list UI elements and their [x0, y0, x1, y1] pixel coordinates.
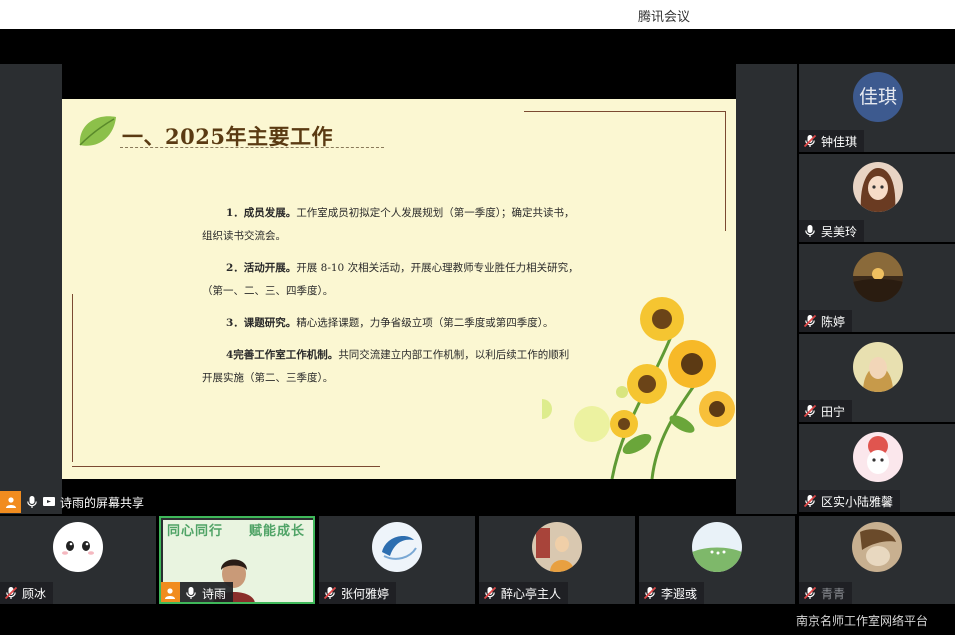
mic-icon	[25, 495, 39, 509]
mic-icon	[803, 224, 817, 238]
avatar: 佳琪	[853, 72, 903, 122]
participant-tile[interactable]: 陈婷	[799, 244, 955, 332]
mic-muted-icon	[803, 494, 817, 508]
participant-nametag: 张何雅婷	[319, 582, 397, 604]
mic-muted-icon	[803, 586, 817, 600]
participant-tile[interactable]: 醉心亭主人	[479, 516, 635, 604]
title-bar: 腾讯会议	[0, 0, 955, 29]
participant-nametag: 醉心亭主人	[479, 582, 569, 604]
mic-muted-icon	[483, 586, 497, 600]
participant-nametag: 吴美玲	[799, 220, 865, 242]
mic-icon	[184, 586, 198, 600]
work-item: 1．成员发展。工作室成员初拟定个人发展规划（第一季度）；确定共读书， 组织读书交…	[202, 207, 575, 242]
share-label: 诗雨的屏幕共享	[60, 495, 145, 510]
mic-muted-icon	[803, 134, 817, 148]
participant-tile[interactable]: 顾冰	[0, 516, 156, 604]
screen-share-bar[interactable]: 诗雨的屏幕共享	[0, 491, 144, 513]
avatar	[853, 432, 903, 482]
avatar	[853, 252, 903, 302]
sunflower-decoration	[542, 297, 735, 479]
mic-muted-icon	[803, 314, 817, 328]
frame-line	[72, 294, 73, 462]
participant-tile[interactable]: 李遐彧	[639, 516, 795, 604]
host-user-icon	[0, 491, 21, 513]
participant-tile[interactable]: 田宁	[799, 334, 955, 422]
frame-line	[725, 111, 726, 231]
participant-tile-active[interactable]: 同心同行 赋能成长 诗雨	[159, 516, 315, 604]
participant-tile[interactable]: 吴美玲	[799, 154, 955, 242]
window-title: 腾讯会议	[638, 10, 691, 25]
participant-nametag: 陈婷	[799, 310, 853, 332]
participant-tile[interactable]: 张何雅婷	[319, 516, 475, 604]
host-user-icon	[161, 582, 180, 602]
avatar	[53, 522, 103, 572]
avatar	[853, 162, 903, 212]
mic-muted-icon	[4, 586, 18, 600]
avatar	[372, 522, 422, 572]
shared-slide: 一、2025年主要工作 1．成员发展。工作室成员初拟定个人发展规划（第一季度）；…	[62, 99, 736, 479]
mic-muted-icon	[323, 586, 337, 600]
avatar	[692, 522, 742, 572]
participant-nametag: 青青	[799, 582, 853, 604]
avatar	[852, 522, 902, 572]
participant-nametag: 顾冰	[0, 582, 54, 604]
participant-tile[interactable]: 青青	[799, 516, 955, 604]
avatar	[532, 522, 582, 572]
avatar	[853, 342, 903, 392]
participant-nametag: 李遐彧	[639, 582, 705, 604]
participant-tile[interactable]: 佳琪 钟佳琪	[799, 64, 955, 152]
frame-line	[524, 111, 726, 112]
mic-muted-icon	[643, 586, 657, 600]
screen-share-icon	[43, 497, 55, 506]
participant-nametag: 诗雨	[161, 582, 234, 602]
watermark-text: 南京名师工作室网络平台	[796, 614, 929, 628]
leaf-icon	[79, 116, 116, 146]
frame-line	[72, 466, 380, 467]
participant-tile[interactable]: 区实小陆雅馨	[799, 424, 955, 512]
participant-nametag: 区实小陆雅馨	[799, 490, 901, 512]
participant-nametag: 田宁	[799, 400, 853, 422]
mic-muted-icon	[803, 404, 817, 418]
participant-nametag: 钟佳琪	[799, 130, 865, 152]
heading-underline	[120, 147, 384, 148]
